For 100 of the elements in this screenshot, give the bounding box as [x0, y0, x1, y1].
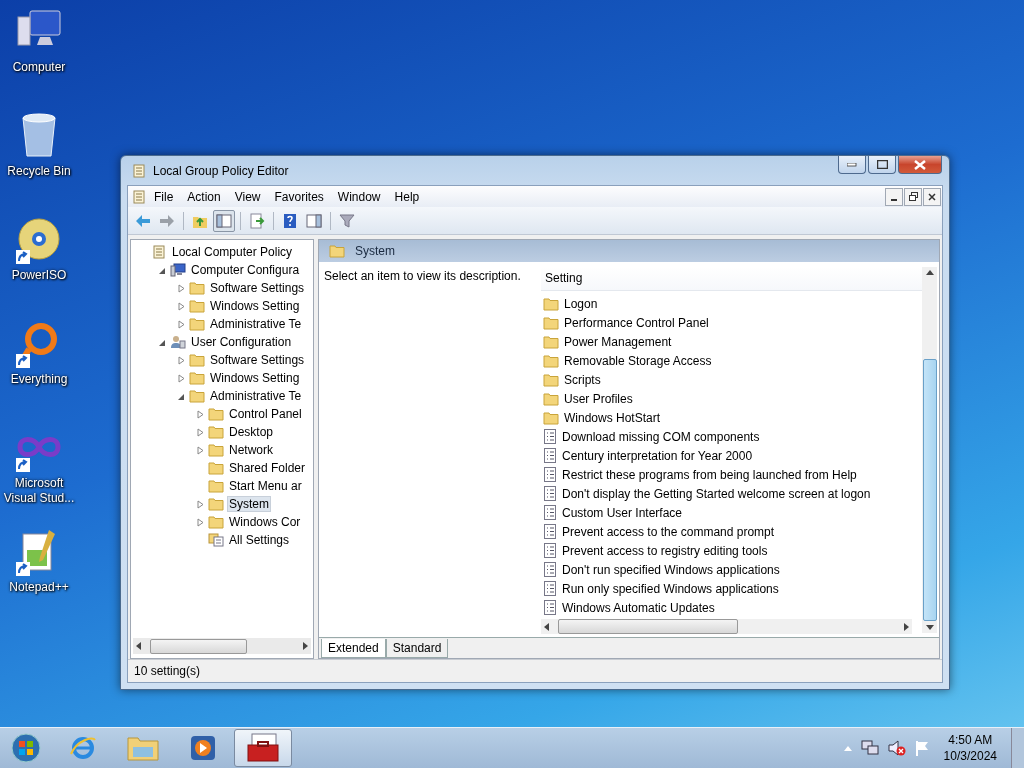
view-tab[interactable]: Extended	[321, 639, 386, 658]
tree-item[interactable]: System	[227, 496, 271, 512]
expand-arrow-icon[interactable]	[196, 517, 205, 527]
windows-logo-icon	[11, 733, 41, 763]
minimize-icon	[891, 198, 897, 201]
tree-item[interactable]: Start Menu ar	[227, 478, 304, 494]
minimize-button[interactable]	[885, 187, 903, 206]
restore-icon	[908, 192, 918, 201]
window-title: Local Group Policy Editor	[153, 163, 289, 178]
setting-item[interactable]: Don't display the Getting Started welcome screen at logon	[562, 486, 871, 501]
policy-setting-icon	[543, 486, 557, 501]
policy-setting-icon	[543, 543, 557, 558]
help-icon	[282, 212, 298, 229]
menu-item[interactable]: View	[227, 189, 268, 204]
menu-item[interactable]: Help	[387, 189, 427, 204]
tree-item[interactable]: Windows Setting	[208, 298, 302, 314]
desktop-icon-label[interactable]: Computer	[1, 60, 77, 75]
recycle-bin-icon[interactable]	[19, 112, 59, 158]
tree-item[interactable]: Software Settings	[208, 352, 307, 368]
desktop-icon-label[interactable]: PowerISO	[1, 268, 77, 283]
menu-item[interactable]: Action	[180, 189, 228, 204]
close-icon	[914, 159, 926, 170]
menu-item[interactable]: Favorites	[267, 189, 331, 204]
close-button[interactable]	[898, 156, 942, 174]
clock[interactable]: 4:50 AM 10/3/2024	[939, 732, 1001, 764]
tree-item[interactable]: User Configuration	[189, 334, 294, 350]
folder-icon	[189, 281, 205, 295]
setting-item[interactable]: Download missing COM components	[562, 429, 760, 444]
setting-item[interactable]: Removable Storage Access	[564, 353, 712, 368]
folder-icon	[189, 299, 205, 313]
console-tree-button[interactable]	[213, 209, 235, 232]
show-desktop-button[interactable]	[1011, 728, 1024, 768]
tree-item[interactable]: Computer Configura	[189, 262, 302, 278]
menu-item[interactable]: File	[147, 189, 181, 204]
vertical-scrollbar[interactable]	[922, 267, 937, 633]
expand-arrow-icon[interactable]	[196, 445, 205, 455]
tree-item[interactable]: Network	[227, 442, 275, 458]
expand-arrow-icon[interactable]	[196, 409, 205, 419]
tree-item[interactable]: Desktop	[227, 424, 276, 440]
policy-setting-icon	[543, 448, 557, 463]
setting-item[interactable]: Run only specified Windows applications	[562, 581, 779, 596]
tree-item[interactable]: Control Panel	[227, 406, 304, 422]
setting-item[interactable]: Windows HotStart	[564, 410, 661, 425]
setting-item[interactable]: Scripts	[564, 372, 601, 387]
folder-icon	[208, 443, 224, 457]
expand-arrow-icon[interactable]	[196, 427, 205, 437]
desktop-icon-label[interactable]: Recycle Bin	[1, 164, 77, 179]
expand-arrow-icon[interactable]	[177, 301, 186, 311]
forward-arrow-icon	[159, 212, 175, 229]
export-list-icon	[249, 212, 265, 229]
clock-date: 10/3/2024	[943, 748, 997, 764]
network-icon[interactable]	[860, 740, 879, 756]
desktop-icon-label[interactable]: Microsoft Visual Stud...	[1, 476, 77, 506]
expand-arrow-icon[interactable]	[177, 283, 186, 293]
expand-arrow-icon[interactable]	[177, 373, 186, 383]
disc-icon[interactable]	[17, 217, 61, 261]
tree-item[interactable]: Shared Folder	[227, 460, 308, 476]
description-text: Select an item to view its description.	[324, 269, 521, 283]
filter-icon	[339, 212, 355, 229]
setting-item[interactable]: Logon	[564, 296, 598, 311]
tree-item[interactable]: Windows Cor	[227, 514, 303, 530]
view-tab[interactable]: Standard	[385, 639, 449, 658]
setting-item[interactable]: Windows Automatic Updates	[562, 600, 715, 615]
minimize-icon	[847, 162, 857, 167]
folder-icon	[208, 425, 224, 439]
setting-item[interactable]: Restrict these programs from being launched from Help	[562, 467, 857, 482]
expand-arrow-icon[interactable]	[196, 499, 205, 509]
setting-item[interactable]: Performance Control Panel	[564, 315, 709, 330]
tree-item[interactable]: Administrative Te	[208, 388, 304, 404]
maximize-button[interactable]	[868, 156, 896, 174]
tree-item[interactable]: Software Settings	[208, 280, 307, 296]
folder-icon	[208, 515, 224, 529]
folder-icon	[189, 371, 205, 385]
horizontal-scrollbar[interactable]	[133, 638, 311, 654]
tree-item[interactable]: Windows Setting	[208, 370, 302, 386]
setting-item[interactable]: Prevent access to registry editing tools	[562, 543, 768, 558]
folder-icon	[329, 244, 345, 258]
horizontal-scrollbar[interactable]	[541, 619, 912, 634]
menu-item[interactable]: Window	[330, 189, 388, 204]
folder-icon	[543, 391, 559, 406]
setting-item[interactable]: Custom User Interface	[562, 505, 683, 520]
expand-arrow-icon[interactable]	[177, 319, 186, 329]
taskbar-button[interactable]	[234, 729, 292, 767]
setting-item[interactable]: Don't run specified Windows applications	[562, 562, 780, 577]
tree-item[interactable]: Administrative Te	[208, 316, 304, 332]
expand-arrow-icon[interactable]	[177, 355, 186, 365]
setting-item[interactable]: Century interpretation for Year 2000	[562, 448, 753, 463]
close-button[interactable]	[923, 187, 941, 206]
folder-icon	[543, 372, 559, 387]
tree-item[interactable]: All Settings	[227, 532, 292, 548]
setting-item[interactable]: Power Management	[564, 334, 672, 349]
speaker-muted-icon[interactable]	[887, 740, 906, 756]
tree-item[interactable]: Local Computer Policy	[170, 244, 295, 260]
status-text: 10 setting(s)	[134, 664, 201, 678]
setting-item[interactable]: Prevent access to the command prompt	[562, 524, 775, 539]
folder-icon	[189, 389, 205, 403]
restore-button[interactable]	[904, 187, 922, 206]
setting-item[interactable]: User Profiles	[564, 391, 633, 406]
desktop-icon-label[interactable]: Everything	[1, 372, 77, 387]
desktop-icon-label[interactable]: Notepad++	[1, 580, 77, 595]
